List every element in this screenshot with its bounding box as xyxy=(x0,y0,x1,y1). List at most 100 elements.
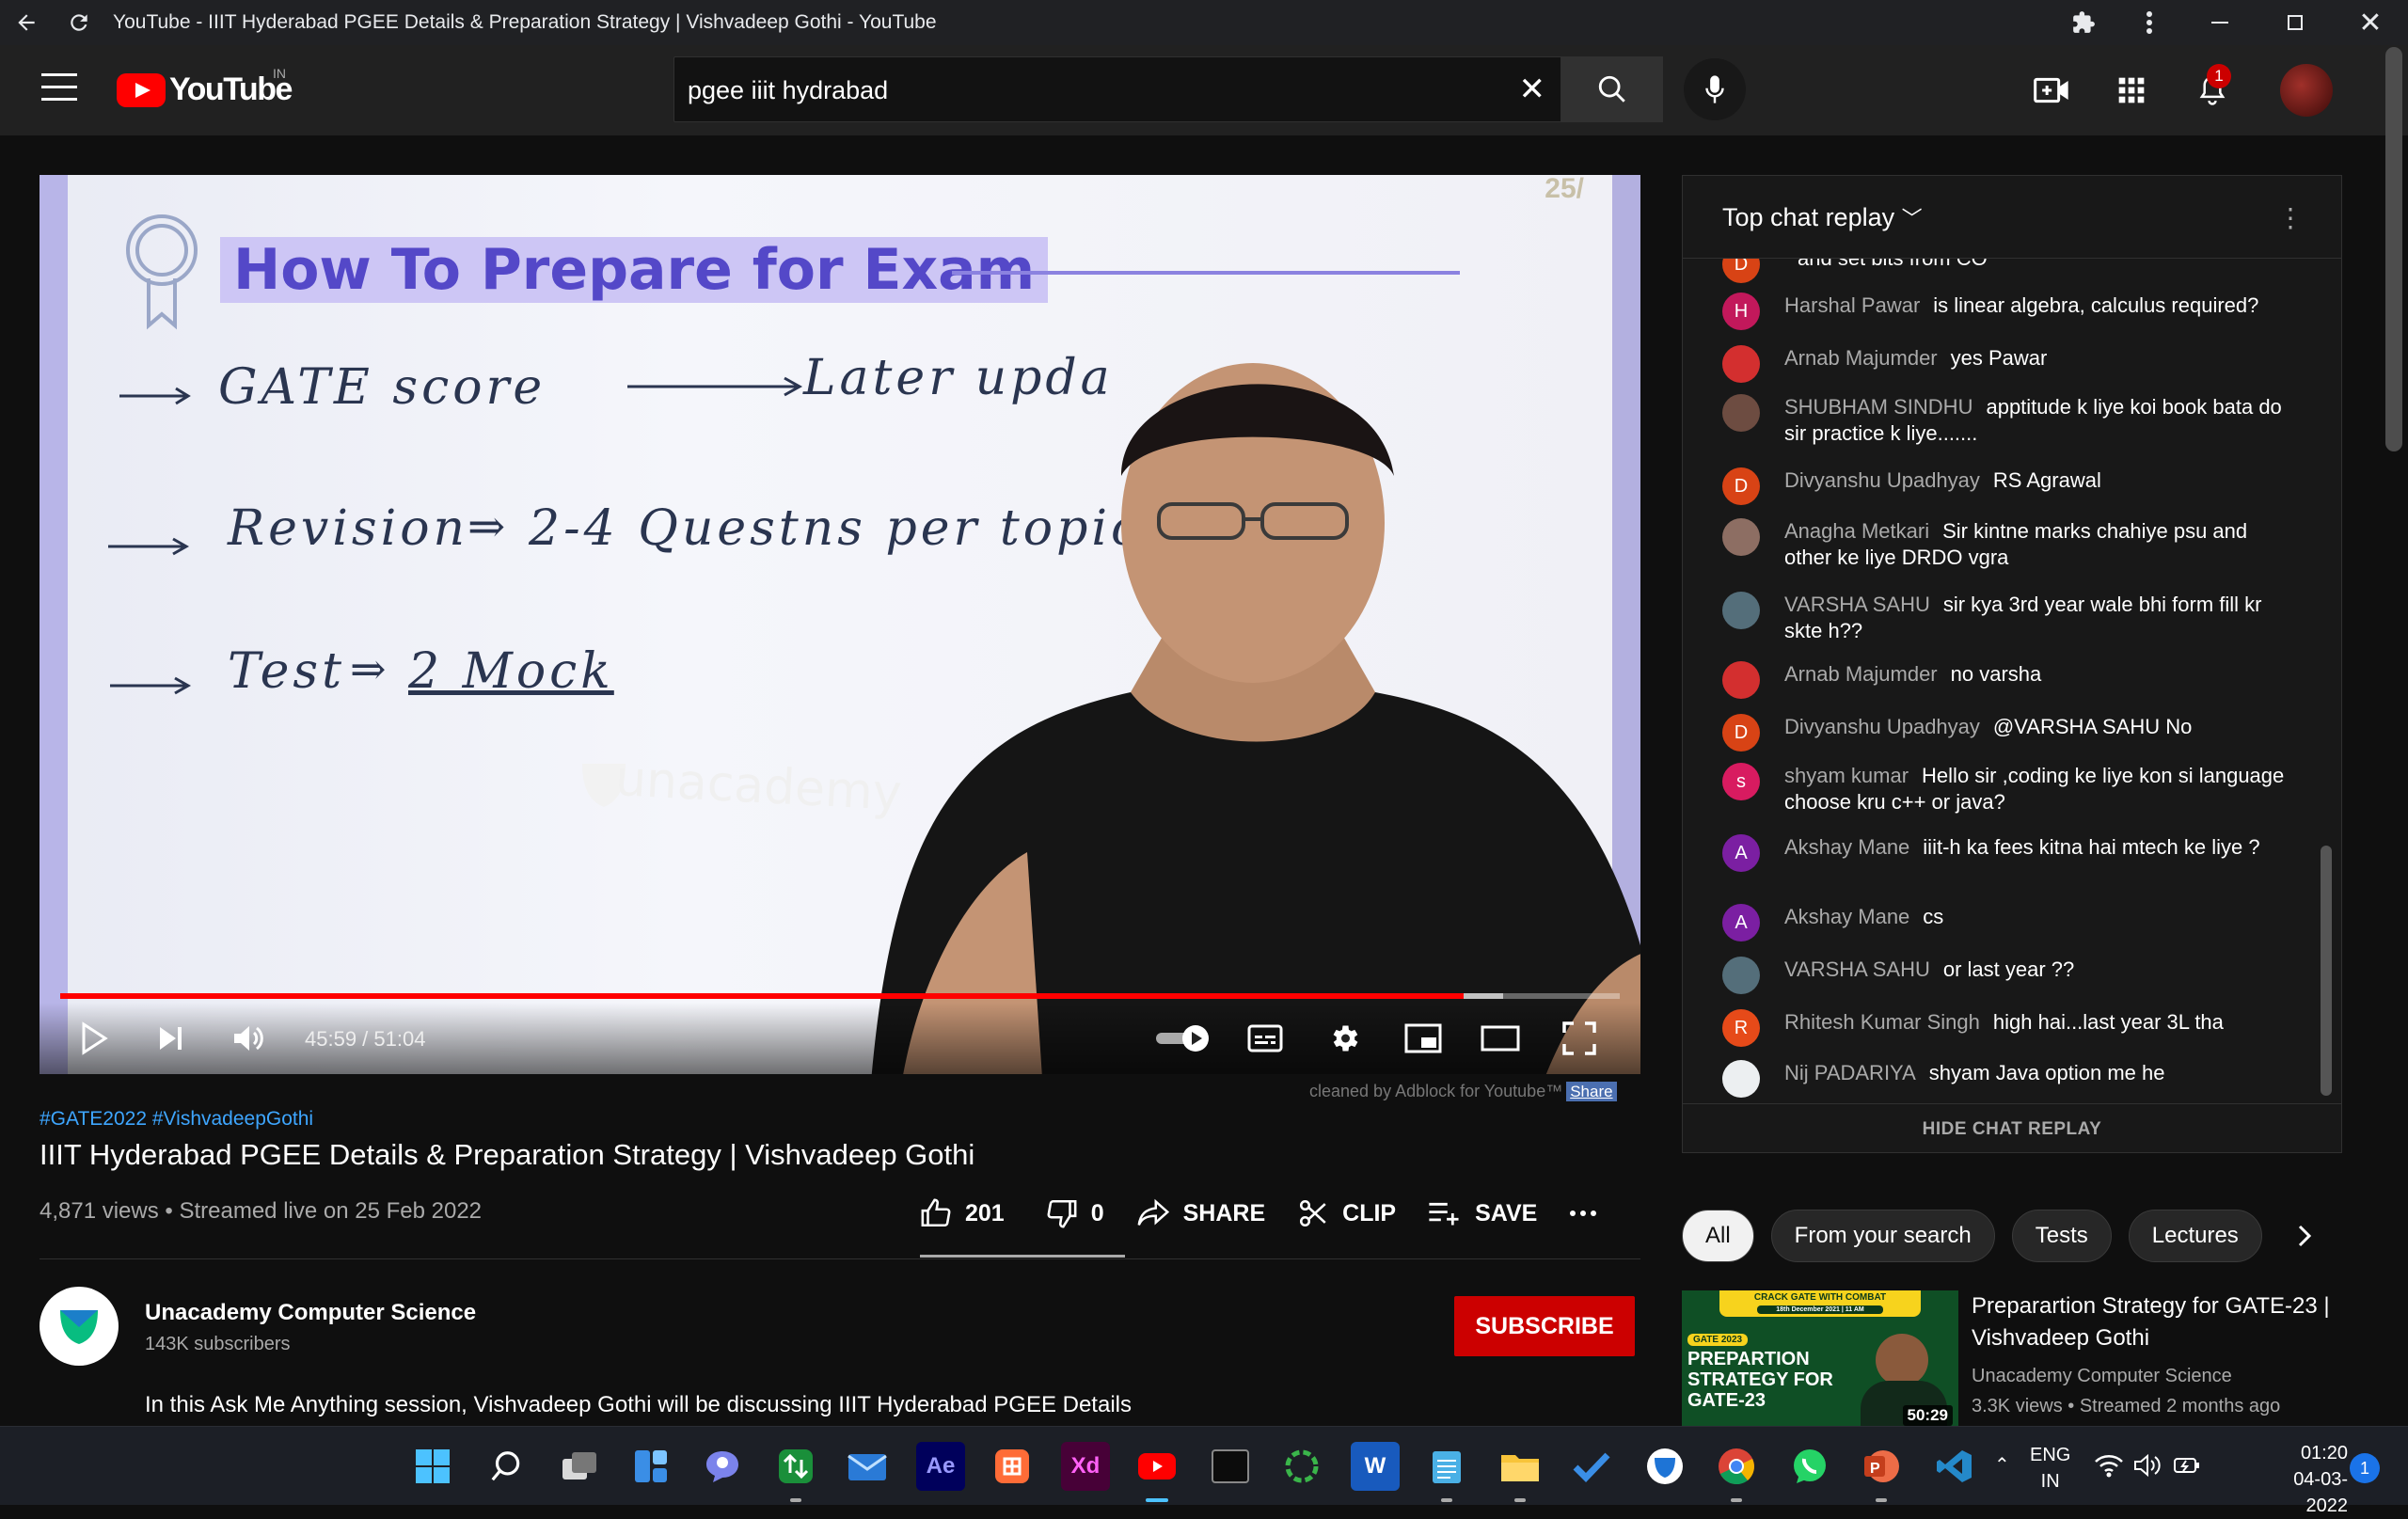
apps-grid-icon[interactable] xyxy=(2109,68,2154,113)
voice-search-button[interactable] xyxy=(1684,58,1746,120)
miniplayer-icon[interactable] xyxy=(1402,1018,1445,1059)
user-avatar[interactable] xyxy=(2280,64,2333,117)
settings-gear-icon[interactable] xyxy=(1323,1018,1366,1059)
hashtags[interactable]: #GATE2022 #VishvadeepGothi xyxy=(40,1108,313,1131)
back-arrow-icon[interactable] xyxy=(0,0,53,45)
channel-avatar[interactable] xyxy=(40,1287,119,1366)
chrome-icon[interactable] xyxy=(1712,1442,1761,1502)
more-actions-button[interactable] xyxy=(1569,1210,1610,1217)
recommendation-channel[interactable]: Unacademy Computer Science xyxy=(1972,1366,2232,1387)
recommendation-thumbnail[interactable]: CRACK GATE WITH COMBAT 18th December 202… xyxy=(1682,1290,1958,1426)
taskbar-search-icon[interactable] xyxy=(482,1442,531,1491)
chat-author-avatar[interactable]: D xyxy=(1722,714,1760,752)
subscribe-button[interactable]: SUBSCRIBE xyxy=(1454,1296,1635,1356)
notification-center-badge[interactable]: 1 xyxy=(2350,1453,2380,1483)
transfer-app-icon[interactable] xyxy=(771,1442,820,1502)
teams-chat-icon[interactable] xyxy=(698,1442,747,1491)
start-windows-icon[interactable] xyxy=(408,1442,457,1491)
adobe-xd-icon[interactable]: Xd xyxy=(1061,1442,1110,1491)
chat-author-avatar[interactable]: A xyxy=(1722,904,1760,941)
minimize-button[interactable] xyxy=(2182,0,2258,45)
restore-button[interactable] xyxy=(2258,0,2333,45)
filter-chip[interactable]: From your search xyxy=(1770,1210,1995,1262)
file-explorer-icon[interactable] xyxy=(1496,1442,1545,1502)
unacademy-app-icon[interactable] xyxy=(1640,1442,1689,1491)
youtube-taskbar-icon[interactable] xyxy=(1133,1442,1181,1502)
search-button[interactable] xyxy=(1561,56,1663,122)
chat-author-name[interactable]: Nij PADARIYA xyxy=(1784,1061,1916,1084)
close-window-button[interactable]: ✕ xyxy=(2333,0,2408,45)
wifi-icon[interactable] xyxy=(2094,1453,2124,1482)
vscode-icon[interactable] xyxy=(1930,1442,1979,1491)
chat-author-avatar[interactable] xyxy=(1722,957,1760,994)
chat-author-name[interactable]: SHUBHAM SINDHU xyxy=(1784,395,1972,419)
tray-overflow-icon[interactable]: ⌃ xyxy=(1994,1453,2010,1477)
chat-mode-dropdown[interactable]: Top chat replay ﹀ xyxy=(1722,202,1923,232)
chat-author-name[interactable]: Rhitesh Kumar Singh xyxy=(1784,1010,1980,1034)
recommendation-title[interactable]: Preparartion Strategy for GATE-23 | Vish… xyxy=(1972,1290,2348,1354)
next-button[interactable] xyxy=(150,1018,192,1059)
taskbar-clock[interactable]: 01:20 04-03-2022 xyxy=(2261,1440,2348,1519)
whatsapp-icon[interactable] xyxy=(1785,1442,1834,1491)
search-input[interactable]: pgee iiit hydrabad ✕ xyxy=(673,56,1561,122)
loading-ring-app-icon[interactable] xyxy=(1277,1442,1326,1491)
filter-chip[interactable]: Lectures xyxy=(2128,1210,2262,1262)
channel-name[interactable]: Unacademy Computer Science xyxy=(145,1300,476,1326)
menu-icon[interactable] xyxy=(41,73,77,107)
clear-search-icon[interactable]: ✕ xyxy=(1519,71,1546,108)
chat-author-avatar[interactable]: D xyxy=(1722,259,1760,283)
more-vert-icon[interactable] xyxy=(2116,0,2182,45)
adblock-share-link[interactable]: Share xyxy=(1566,1082,1617,1101)
subtitles-icon[interactable] xyxy=(1244,1018,1287,1059)
page-scrollbar[interactable] xyxy=(2385,47,2402,451)
chat-author-name[interactable]: VARSHA SAHU xyxy=(1784,957,1930,981)
chat-author-avatar[interactable]: A xyxy=(1722,834,1760,872)
mail-icon[interactable] xyxy=(843,1442,892,1491)
chevron-right-icon[interactable] xyxy=(2288,1219,2321,1253)
chat-author-avatar[interactable]: H xyxy=(1722,293,1760,330)
chat-author-name[interactable]: shyam kumar xyxy=(1784,764,1909,787)
chat-author-avatar[interactable] xyxy=(1722,345,1760,383)
battery-icon[interactable] xyxy=(2173,1455,2201,1480)
video-description[interactable]: In this Ask Me Anything session, Vishvad… xyxy=(145,1392,1132,1418)
todo-check-icon[interactable] xyxy=(1567,1442,1616,1491)
filter-chip[interactable]: Tests xyxy=(2011,1210,2112,1262)
video-player[interactable]: 25/ How To Prepare for Exam GATE score L… xyxy=(40,175,1640,1074)
chat-author-avatar[interactable] xyxy=(1722,394,1760,432)
chat-author-avatar[interactable] xyxy=(1722,1060,1760,1098)
after-effects-icon[interactable]: Ae xyxy=(916,1442,965,1491)
create-video-icon[interactable] xyxy=(2030,68,2075,113)
chat-author-name[interactable]: Harshal Pawar xyxy=(1784,293,1920,317)
clip-button[interactable]: CLIP xyxy=(1297,1197,1396,1229)
progress-bar[interactable] xyxy=(60,993,1620,999)
extensions-icon[interactable] xyxy=(2051,0,2116,45)
theater-mode-icon[interactable] xyxy=(1479,1018,1522,1059)
chat-author-avatar[interactable] xyxy=(1722,518,1760,556)
chat-author-name[interactable]: Akshay Mane xyxy=(1784,905,1909,928)
chat-author-avatar[interactable] xyxy=(1722,592,1760,629)
chat-author-avatar[interactable] xyxy=(1722,661,1760,699)
chat-author-avatar[interactable]: D xyxy=(1722,467,1760,505)
widgets-icon[interactable] xyxy=(626,1442,675,1491)
chat-author-name[interactable]: Arnab Majumder xyxy=(1784,346,1938,370)
search-query[interactable]: pgee iiit hydrabad xyxy=(688,76,888,105)
chat-author-name[interactable]: Akshay Mane xyxy=(1784,835,1909,859)
postman-app-icon[interactable] xyxy=(988,1442,1037,1491)
volume-icon[interactable] xyxy=(228,1018,269,1059)
fullscreen-icon[interactable] xyxy=(1558,1018,1601,1059)
task-view-icon[interactable] xyxy=(555,1442,604,1491)
chat-message-list[interactable]: Dand set bits from CO H Harshal Pawar is li… xyxy=(1683,259,2319,1105)
terminal-icon[interactable] xyxy=(1206,1442,1255,1491)
autoplay-toggle[interactable] xyxy=(1153,1018,1213,1059)
chat-author-name[interactable]: Arnab Majumder xyxy=(1784,662,1938,686)
word-icon[interactable]: W xyxy=(1351,1442,1400,1491)
chat-author-name[interactable]: VARSHA SAHU xyxy=(1784,593,1930,616)
share-button[interactable]: SHARE xyxy=(1136,1198,1265,1228)
chat-author-name[interactable]: Divyanshu Upadhyay xyxy=(1784,715,1980,738)
chat-author-name[interactable]: Anagha Metkari xyxy=(1784,519,1929,543)
youtube-logo[interactable]: YouTube IN xyxy=(117,66,293,108)
chat-author-avatar[interactable]: s xyxy=(1722,763,1760,800)
volume-tray-icon[interactable] xyxy=(2133,1453,2162,1482)
notepad-icon[interactable] xyxy=(1422,1442,1471,1502)
save-button[interactable]: SAVE xyxy=(1428,1199,1537,1227)
